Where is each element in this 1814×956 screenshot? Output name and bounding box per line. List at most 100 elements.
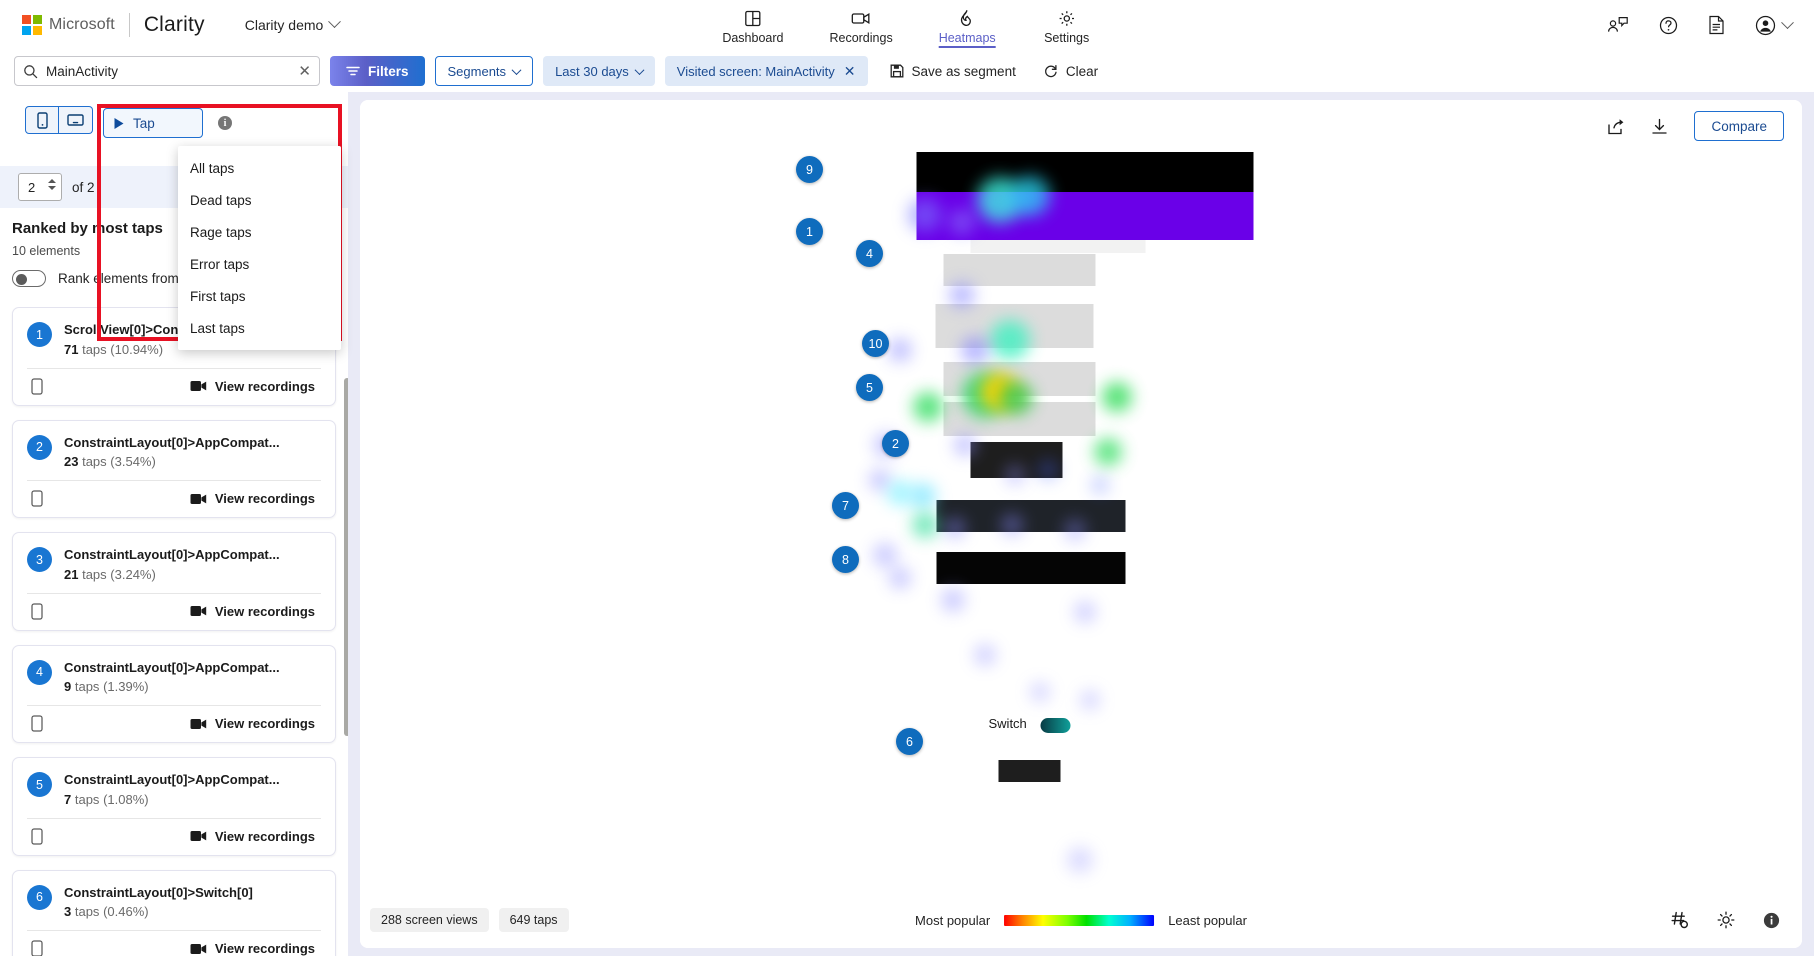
save-as-segment-button[interactable]: Save as segment [884,64,1022,79]
applied-filter-chip[interactable]: Visited screen: MainActivity ✕ [664,56,868,86]
app-button-2 [936,500,1126,532]
tap-menu-item-rage-taps[interactable]: Rage taps [178,216,341,248]
left-panel-scrollbar[interactable] [344,378,348,736]
heat-marker-4[interactable]: 4 [856,240,883,267]
search-box[interactable]: ✕ [14,56,320,86]
clear-filters-button[interactable]: Clear [1038,64,1104,79]
heat-legend: Most popular Least popular [915,913,1247,928]
device-type-toggle [25,106,93,134]
tap-info-icon[interactable]: i [218,116,232,130]
heat-marker-5[interactable]: 5 [856,374,883,401]
stepper-arrows[interactable] [48,178,56,191]
brightness-icon[interactable] [1717,911,1735,929]
view-recordings-button[interactable]: View recordings [190,379,315,394]
chevron-up-icon[interactable] [48,178,56,183]
element-card-header: 2 ConstraintLayout[0]>AppCompat... 23 taps… [13,421,335,481]
rank-elements-toggle[interactable] [12,270,46,287]
element-tap-word: taps [74,791,100,807]
segments-dropdown[interactable]: Segments [434,56,534,86]
share-icon[interactable] [1607,118,1625,135]
date-range-dropdown[interactable]: Last 30 days [543,56,655,86]
heatmap-toolbar: Compare [360,100,1802,152]
tap-type-dropdown-button[interactable]: Tap [103,108,203,138]
element-card[interactable]: 5 ConstraintLayout[0]>AppCompat... 7 taps … [12,757,336,856]
element-card[interactable]: 6 ConstraintLayout[0]>Switch[0] 3 taps (0.… [12,869,336,956]
video-icon [190,493,207,505]
phone-device-button[interactable] [25,106,59,134]
segments-label: Segments [447,63,507,79]
tab-recordings[interactable]: Recordings [825,0,896,50]
heat-blob [869,469,891,491]
heat-marker-8[interactable]: 8 [832,546,859,573]
tablet-device-button[interactable] [59,106,93,134]
avatar [1755,15,1776,36]
clear-search-icon[interactable]: ✕ [298,64,311,79]
heat-marker-10[interactable]: 10 [862,330,889,357]
tap-menu-item-dead-taps[interactable]: Dead taps [178,184,341,216]
element-card-header: 3 ConstraintLayout[0]>AppCompat... 21 taps… [13,533,335,593]
flame-icon [960,8,975,28]
page-number-stepper[interactable]: 2 [18,173,62,201]
info-icon[interactable] [1763,912,1780,929]
heat-marker-9[interactable]: 9 [796,156,823,183]
chevron-down-icon[interactable] [48,186,56,191]
filters-button[interactable]: Filters [330,56,425,86]
project-selector[interactable]: Clarity demo [244,15,342,33]
element-tap-word: taps [82,566,107,582]
heat-marker-2[interactable]: 2 [882,430,909,457]
element-tap-count: 21 [64,566,79,582]
compare-button[interactable]: Compare [1694,111,1784,141]
tap-menu-item-last-taps[interactable]: Last taps [178,312,341,344]
project-name: Clarity demo [244,16,324,33]
heat-marker-1[interactable]: 1 [796,218,823,245]
search-input[interactable] [46,63,291,79]
view-recordings-button[interactable]: View recordings [190,716,315,731]
heatmap-toolbar-actions: Compare [1607,100,1784,152]
app-row-2 [935,304,1094,348]
element-stats: 23 taps (3.54%) [64,454,321,469]
tap-menu-item-all-taps[interactable]: All taps [178,152,341,184]
tab-settings-label: Settings [1044,31,1090,45]
download-icon[interactable] [1651,118,1668,135]
element-tap-percent: (1.39%) [103,679,149,695]
people-feedback-icon[interactable] [1607,16,1629,34]
account-menu[interactable] [1755,15,1794,36]
element-card[interactable]: 3 ConstraintLayout[0]>AppCompat... 21 taps… [12,532,336,631]
docs-icon[interactable] [1708,15,1725,35]
tap-menu-item-first-taps[interactable]: First taps [178,280,341,312]
view-recordings-button[interactable]: View recordings [190,941,315,956]
element-card[interactable]: 2 ConstraintLayout[0]>AppCompat... 23 taps… [12,419,336,519]
element-tap-word: taps [74,904,100,920]
filter-toolbar: ✕ Filters Segments Last 30 days Visited … [0,50,1814,92]
view-recordings-button[interactable]: View recordings [190,491,315,506]
video-icon [190,718,207,730]
heat-marker-7[interactable]: 7 [832,492,859,519]
element-tap-count: 3 [64,904,72,920]
view-recordings-button[interactable]: View recordings [190,829,315,844]
ranked-by-title: Ranked by most taps [12,220,163,237]
tab-dashboard[interactable]: Dashboard [718,0,787,50]
heat-marker-6[interactable]: 6 [896,728,923,755]
top-right-actions [1607,0,1794,50]
video-icon [190,830,207,842]
element-selector: ConstraintLayout[0]>AppCompat... [64,434,280,450]
view-recordings-label: View recordings [214,941,315,956]
number-overlay-icon[interactable] [1671,911,1689,929]
microsoft-logo[interactable]: Microsoft [22,14,115,35]
element-card[interactable]: 4 ConstraintLayout[0]>AppCompat... 9 taps … [12,644,336,744]
element-tap-count: 71 [64,341,79,357]
tap-menu-item-error-taps[interactable]: Error taps [178,248,341,280]
heatmap-footer-actions [1671,911,1780,929]
element-selector: ConstraintLayout[0]>AppCompat... [64,772,280,788]
element-rank-badge: 5 [27,772,52,798]
gear-icon [1058,8,1075,28]
chevron-down-icon [511,64,522,75]
tab-settings[interactable]: Settings [1038,0,1096,50]
view-recordings-button[interactable]: View recordings [190,604,315,619]
tap-type-menu[interactable]: All taps Dead taps Rage taps Error taps Firs… [178,146,341,350]
element-card-list[interactable]: 1 ScrollView[0]>ConstraintLayout[0] 71 tap… [0,307,348,956]
heatmap-canvas[interactable]: Switch 9 1 4 10 5 2 7 8 6 [360,152,1802,892]
help-icon[interactable] [1659,16,1678,35]
tab-heatmaps[interactable]: Heatmaps [935,0,1000,50]
remove-filter-icon[interactable]: ✕ [844,63,856,80]
